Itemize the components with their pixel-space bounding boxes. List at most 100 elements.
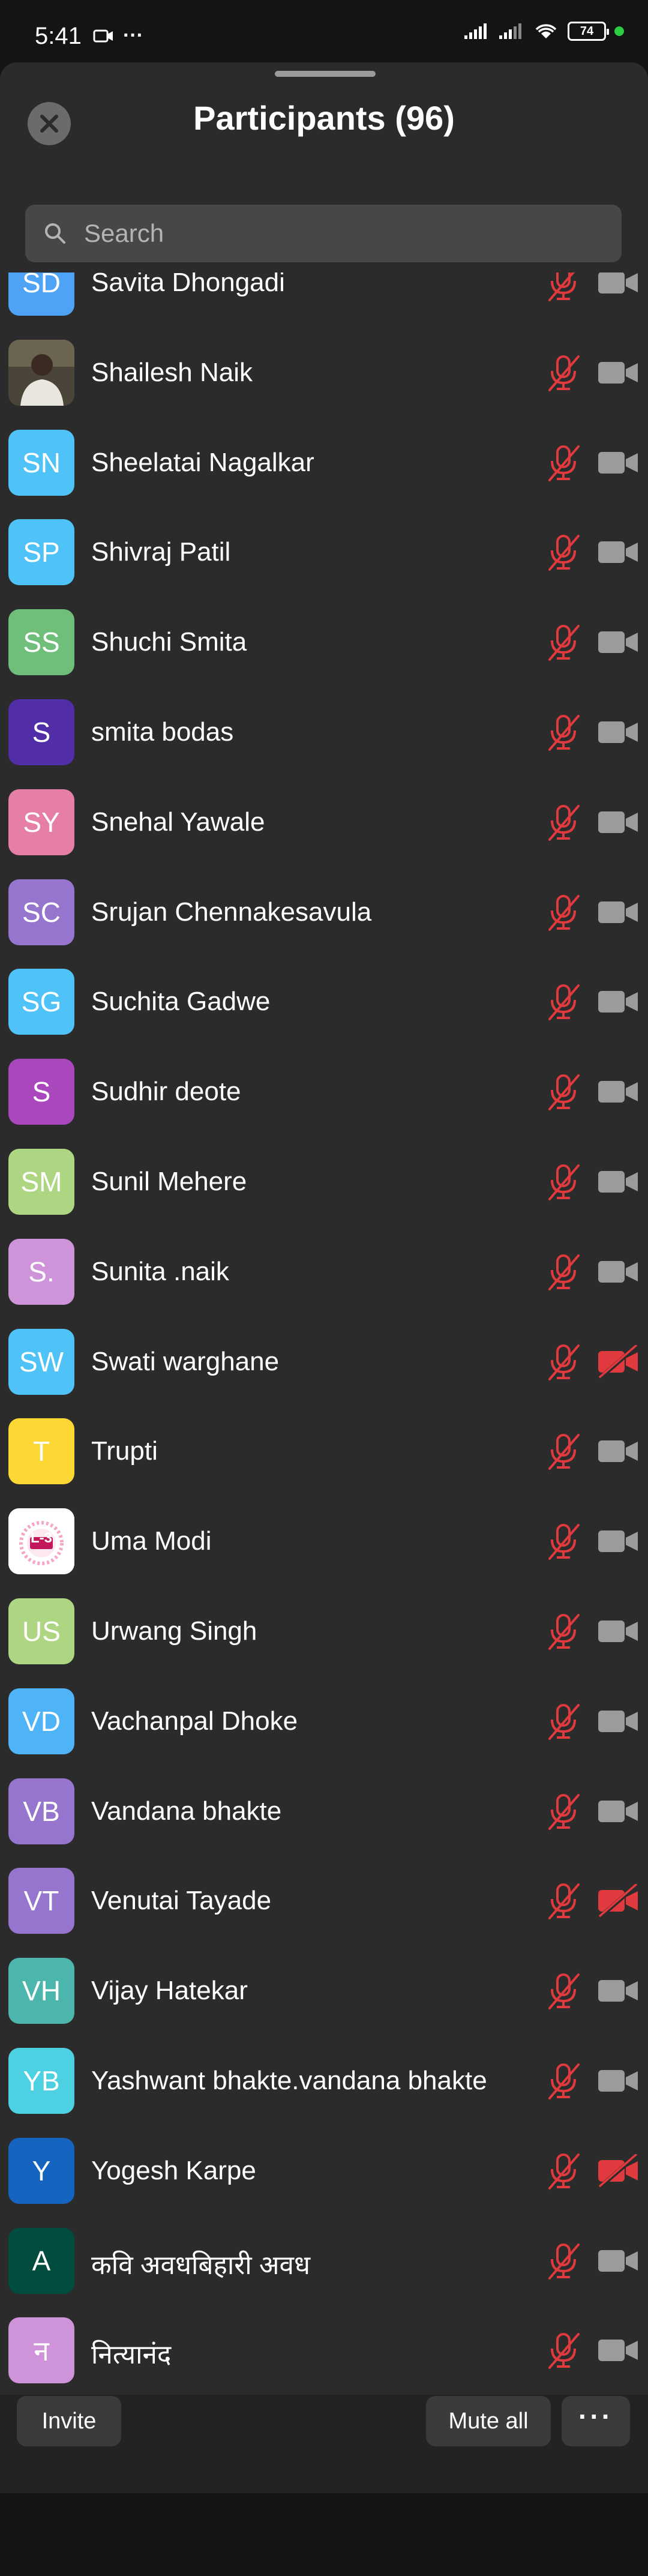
participants-list[interactable]: SD Savita Dhongadi Shailesh Naik SN Sheelata… — [0, 272, 648, 2391]
video-off-icon[interactable] — [597, 1883, 640, 1918]
mic-muted-icon[interactable] — [544, 2331, 583, 2370]
participant-row[interactable]: SM Sunil Mehere — [0, 1137, 648, 1227]
avatar-initials: YB — [23, 2065, 60, 2096]
participant-row[interactable]: न नित्यानंद — [0, 2305, 648, 2391]
video-icon[interactable] — [597, 985, 640, 1019]
mic-muted-icon[interactable] — [544, 1431, 583, 1471]
participant-row[interactable]: YB Yashwant bhakte.vandana bhakte — [0, 2036, 648, 2126]
participant-row[interactable]: SY Snehal Yawale — [0, 777, 648, 867]
participant-row[interactable]: VH Vijay Hatekar — [0, 1946, 648, 2036]
video-icon[interactable] — [597, 1165, 640, 1199]
participant-avatar: YB — [8, 2047, 74, 2114]
video-icon[interactable] — [597, 446, 640, 480]
participant-row[interactable]: SG Suchita Gadwe — [0, 957, 648, 1047]
video-icon[interactable] — [597, 1434, 640, 1468]
participant-name: Snehal Yawale — [91, 807, 265, 837]
video-icon[interactable] — [597, 715, 640, 749]
mic-muted-icon[interactable] — [544, 2061, 583, 2101]
video-icon[interactable] — [597, 895, 640, 929]
participant-row[interactable]: SP Shivraj Patil — [0, 507, 648, 597]
mic-muted-icon[interactable] — [544, 622, 583, 662]
participant-row[interactable]: SC Srujan Chennakesavula — [0, 867, 648, 957]
mic-muted-icon[interactable] — [544, 1162, 583, 1202]
video-icon[interactable] — [597, 1615, 640, 1648]
participant-row[interactable]: A कवि अवधबिहारी अवध — [0, 2216, 648, 2306]
sheet-grabber-handle[interactable] — [275, 71, 376, 77]
video-icon[interactable] — [597, 1075, 640, 1109]
participant-avatar: T — [8, 1418, 74, 1485]
participant-row[interactable]: L-3 Uma Modi — [0, 1496, 648, 1586]
invite-button[interactable]: Invite — [17, 2396, 121, 2446]
participant-avatar: SW — [8, 1328, 74, 1395]
system-navigation-area — [0, 2493, 648, 2576]
avatar-initials: SG — [21, 986, 62, 1018]
participant-avatar: A — [8, 2227, 74, 2294]
mic-muted-icon[interactable] — [544, 1342, 583, 1382]
mute-all-button[interactable]: Mute all — [426, 2396, 551, 2446]
video-icon[interactable] — [597, 1974, 640, 2008]
participant-avatar: VB — [8, 1778, 74, 1844]
participant-row[interactable]: VT Venutai Tayade — [0, 1856, 648, 1946]
participant-avatar: SD — [8, 272, 74, 316]
mic-muted-icon[interactable] — [544, 1702, 583, 1741]
mic-muted-icon[interactable] — [544, 443, 583, 483]
participant-name: Yogesh Karpe — [91, 2155, 256, 2185]
mic-muted-icon[interactable] — [544, 353, 583, 393]
mic-muted-icon[interactable] — [544, 1792, 583, 1831]
participant-row[interactable]: SD Savita Dhongadi — [0, 272, 648, 328]
video-icon[interactable] — [597, 1795, 640, 1828]
participant-row[interactable]: SS Shuchi Smita — [0, 597, 648, 687]
participant-avatar: SP — [8, 519, 74, 586]
participant-name: Shuchi Smita — [91, 627, 247, 657]
video-off-icon[interactable] — [597, 2153, 640, 2188]
mic-muted-icon[interactable] — [544, 1521, 583, 1561]
participant-row[interactable]: SW Swati warghane — [0, 1317, 648, 1407]
participant-name: Trupti — [91, 1436, 158, 1466]
mic-muted-icon[interactable] — [544, 712, 583, 752]
participant-avatar: SY — [8, 789, 74, 855]
search-input[interactable]: Search — [25, 205, 622, 262]
more-options-button[interactable]: ··· — [562, 2396, 630, 2446]
avatar-initials: SC — [22, 896, 61, 928]
video-icon[interactable] — [597, 272, 640, 299]
mic-muted-icon[interactable] — [544, 1252, 583, 1292]
mic-muted-icon[interactable] — [544, 802, 583, 842]
participant-row[interactable]: US Urwang Singh — [0, 1586, 648, 1676]
participant-name: Vachanpal Dhoke — [91, 1706, 298, 1736]
mic-muted-icon[interactable] — [544, 1881, 583, 1921]
video-icon[interactable] — [597, 805, 640, 839]
participant-avatar — [8, 339, 74, 406]
avatar-initials: T — [32, 1436, 50, 1467]
participant-row[interactable]: Ssmita bodas — [0, 687, 648, 777]
mic-muted-icon[interactable] — [544, 2241, 583, 2281]
mic-muted-icon[interactable] — [544, 272, 583, 302]
mic-muted-icon[interactable] — [544, 532, 583, 572]
video-icon[interactable] — [597, 356, 640, 390]
video-off-icon[interactable] — [597, 1344, 640, 1379]
participant-row[interactable]: Shailesh Naik — [0, 328, 648, 418]
participant-row[interactable]: S Sudhir deote — [0, 1047, 648, 1137]
mic-muted-icon[interactable] — [544, 1612, 583, 1651]
video-icon[interactable] — [597, 1255, 640, 1289]
mic-muted-icon[interactable] — [544, 892, 583, 932]
mic-muted-icon[interactable] — [544, 982, 583, 1022]
participant-avatar: SS — [8, 609, 74, 676]
participant-avatar: US — [8, 1598, 74, 1664]
participant-row[interactable]: VB Vandana bhakte — [0, 1766, 648, 1856]
video-icon[interactable] — [597, 625, 640, 659]
video-icon[interactable] — [597, 1705, 640, 1738]
mic-muted-icon[interactable] — [544, 1072, 583, 1112]
video-notification-icon — [93, 29, 113, 42]
participant-row[interactable]: SN Sheelatai Nagalkar — [0, 418, 648, 508]
video-icon[interactable] — [597, 2064, 640, 2098]
participant-row[interactable]: Y Yogesh Karpe — [0, 2126, 648, 2216]
video-icon[interactable] — [597, 2244, 640, 2278]
video-icon[interactable] — [597, 1524, 640, 1558]
participant-row[interactable]: VD Vachanpal Dhoke — [0, 1676, 648, 1766]
mic-muted-icon[interactable] — [544, 2151, 583, 2191]
participant-row[interactable]: S. Sunita .naik — [0, 1227, 648, 1317]
video-icon[interactable] — [597, 2334, 640, 2367]
mic-muted-icon[interactable] — [544, 1971, 583, 2011]
video-icon[interactable] — [597, 535, 640, 569]
participant-row[interactable]: T Trupti — [0, 1406, 648, 1496]
